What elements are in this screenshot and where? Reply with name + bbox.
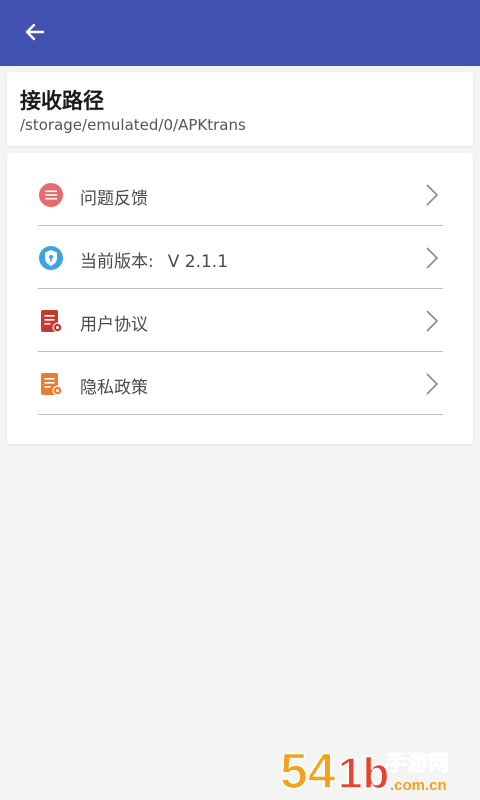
divider (38, 414, 443, 415)
shield-lock-icon (39, 246, 63, 270)
receive-path-title: 接收路径 (20, 89, 104, 113)
divider (38, 225, 443, 226)
chevron-right-icon (426, 247, 439, 269)
version-label: 当前版本: V 2.1.1 (80, 247, 228, 272)
watermark-number: 54 (280, 743, 336, 798)
feedback-item[interactable]: 问题反馈 (38, 164, 443, 226)
user-agreement-item[interactable]: 用户协议 (38, 290, 443, 352)
feedback-label: 问题反馈 (80, 189, 148, 209)
watermark-number2: 1b (338, 749, 389, 798)
chevron-right-icon (426, 184, 439, 206)
document-orange-icon (41, 373, 63, 396)
chevron-right-icon (426, 373, 439, 395)
chevron-right-icon (426, 310, 439, 332)
version-label-text: 当前版本: (80, 252, 154, 272)
watermark-brand: 手游网 (386, 751, 449, 775)
privacy-policy-item[interactable]: 隐私政策 (38, 353, 443, 415)
settings-card: 问题反馈 当前版本: V 2.1.1 用户协议 隐私政策 (7, 153, 473, 444)
divider (38, 351, 443, 352)
arrow-left-icon (25, 23, 45, 41)
message-icon (39, 183, 63, 207)
watermark-logo: 54 1b 手游网 .com.cn (279, 742, 449, 798)
privacy-policy-label: 隐私政策 (80, 378, 148, 398)
watermark-domain: .com.cn (390, 777, 447, 794)
back-button[interactable] (18, 15, 52, 49)
version-item[interactable]: 当前版本: V 2.1.1 (38, 227, 443, 289)
receive-path-value: /storage/emulated/0/APKtrans (20, 116, 246, 134)
app-bar (0, 0, 480, 66)
version-value: V 2.1.1 (167, 252, 229, 272)
document-red-icon (41, 310, 63, 333)
receive-path-card[interactable]: 接收路径 /storage/emulated/0/APKtrans (7, 72, 473, 146)
divider (38, 288, 443, 289)
user-agreement-label: 用户协议 (80, 315, 148, 335)
